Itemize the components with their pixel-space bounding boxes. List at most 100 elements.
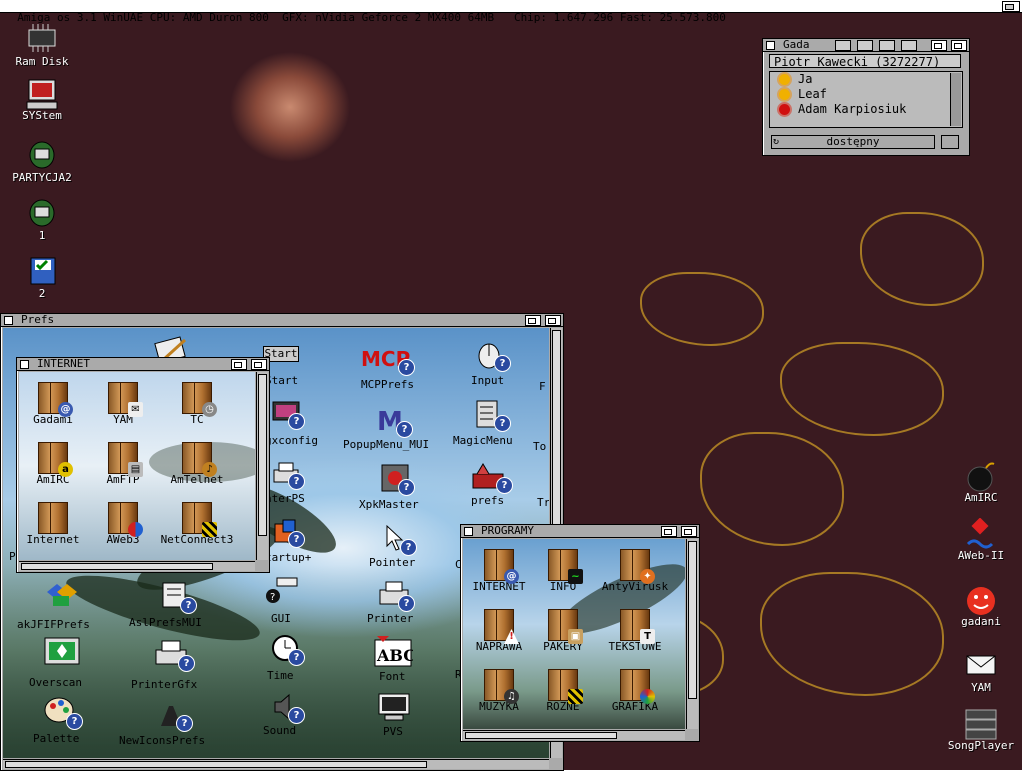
programy-title-bar[interactable]: PROGRAMY	[461, 525, 699, 538]
close-gadget[interactable]	[20, 360, 29, 369]
prefs-item-palette[interactable]: Palette	[33, 732, 79, 745]
prefs-item-gxconfig[interactable]: gxconfig	[265, 434, 318, 447]
prefs-item-akjfifprefs[interactable]: akJFIFPrefs	[17, 618, 90, 631]
prefs-item-overscan[interactable]: Overscan	[29, 676, 82, 689]
prefs-item-prefs[interactable]: prefs	[471, 494, 504, 507]
scroll-knob[interactable]	[21, 563, 213, 570]
depth-gadget[interactable]	[545, 315, 561, 326]
drawer-icon: ♫	[484, 669, 519, 704]
prefs-title-bar[interactable]: Prefs	[1, 314, 563, 327]
status-popup-button[interactable]	[941, 135, 959, 149]
drawer-tc[interactable]: ◷ TC	[157, 382, 237, 426]
depth-gadget[interactable]	[951, 40, 967, 51]
prefs-item-xpkmaster[interactable]: XpkMaster	[359, 498, 419, 511]
zoom-gadget[interactable]	[931, 40, 947, 51]
toolbar-gadget-icon[interactable]	[901, 40, 917, 51]
desktop-icon-2[interactable]: 2	[0, 256, 87, 300]
prefs-item-popupmenu-mui[interactable]: PopupMenu_MUI	[343, 438, 429, 451]
drawer-info[interactable]: ~ INFO	[523, 549, 603, 593]
programy-vertical-scrollbar[interactable]	[686, 539, 698, 729]
prefs-item-newiconsprefs[interactable]: NewIconsPrefs	[119, 734, 205, 747]
prefs-item-pointer[interactable]: Pointer	[369, 556, 415, 569]
internet-horizontal-scrollbar[interactable]	[19, 561, 255, 571]
desktop-icon-system[interactable]: SYStem	[0, 78, 87, 122]
depth-gadget[interactable]	[251, 359, 267, 370]
zoom-gadget[interactable]	[525, 315, 541, 326]
close-gadget[interactable]	[766, 41, 775, 50]
list-item[interactable]: Adam Karpiosiuk	[770, 102, 962, 117]
desktop-icon-songplayer[interactable]: SongPlayer	[936, 708, 1022, 752]
prefs-item-printer[interactable]: Printer	[367, 612, 413, 625]
drawer-grafika[interactable]: GRAFIKA	[595, 669, 675, 713]
close-gadget[interactable]	[464, 527, 473, 536]
drawer-icon: ~	[548, 549, 583, 584]
drawer-amirc[interactable]: a AmIRC	[19, 442, 93, 486]
toolbar-gadget-icon[interactable]	[835, 40, 851, 51]
desktop-icon-1[interactable]: 1	[0, 198, 87, 242]
drawer-rozne[interactable]: ROZNE	[523, 669, 603, 713]
drawer-tekstowe[interactable]: T TEKSTOWE	[595, 609, 675, 653]
scroll-knob[interactable]	[5, 761, 427, 768]
gada-title-bar[interactable]: Gada	[763, 39, 969, 52]
drawer-antyvirusk[interactable]: ✦ AntyVirusk	[595, 549, 675, 593]
palette-icon: ?	[43, 694, 83, 730]
screen-depth-gadget[interactable]	[1002, 1, 1020, 12]
icon-label: Gadami	[33, 413, 73, 426]
drawer-amtelnet[interactable]: ♪ AmTelnet	[157, 442, 237, 486]
list-item[interactable]: Ja	[770, 72, 962, 87]
prefs-item-partial[interactable]: P	[9, 550, 16, 563]
status-label: dostępny	[826, 135, 880, 148]
prefs-horizontal-scrollbar[interactable]	[3, 759, 549, 769]
contact-list[interactable]: Ja Leaf Adam Karpiosiuk	[769, 71, 963, 128]
prefs-item-time[interactable]: Time	[267, 669, 294, 682]
drawer-netconnect3[interactable]: NetConnect3	[157, 502, 237, 546]
desktop-icon-yam[interactable]: YAM	[936, 650, 1022, 694]
prefs-item-mcpprefs[interactable]: MCPPrefs	[361, 378, 414, 391]
internet-vertical-scrollbar[interactable]	[256, 372, 268, 560]
desktop-icon-amirc[interactable]: AmIRC	[936, 460, 1022, 504]
drawer-internet[interactable]: Internet	[19, 502, 93, 546]
drawer-yam[interactable]: ✉ YAM	[83, 382, 163, 426]
depth-gadget[interactable]	[681, 526, 697, 537]
list-scrollbar[interactable]	[950, 73, 961, 126]
drawer-amftp[interactable]: ▤ AmFTP	[83, 442, 163, 486]
drawer-aweb3[interactable]: AWeb3	[83, 502, 163, 546]
desktop-icon-gadani[interactable]: gadani	[936, 584, 1022, 628]
prefs-item-printerps[interactable]: nterPS	[265, 492, 305, 505]
status-selector[interactable]: dostępny	[771, 135, 935, 149]
desktop-icon-aweb-ii[interactable]: AWeb-II	[936, 517, 1022, 562]
desktop-icon-partycja2[interactable]: PARTYCJA2	[0, 140, 87, 184]
prefs-item-sound[interactable]: Sound	[263, 724, 296, 737]
drawer-pakery[interactable]: ▣ PAKERY	[523, 609, 603, 653]
contact-name: Ja	[798, 72, 813, 86]
prefs-item-printergfx[interactable]: PrinterGfx	[131, 678, 197, 691]
prefs-item-magicmenu[interactable]: MagicMenu	[453, 434, 513, 447]
scroll-knob[interactable]	[258, 374, 267, 536]
toolbar-gadget-icon[interactable]	[857, 40, 873, 51]
prefs-item-startup[interactable]: tartup+	[265, 551, 311, 564]
zoom-gadget[interactable]	[661, 526, 677, 537]
prefs-item-aslprefsmui[interactable]: AslPrefsMUI	[129, 616, 202, 629]
contact-name: Adam Karpiosiuk	[798, 102, 907, 116]
prefs-item-partial[interactable]: F	[539, 380, 546, 393]
lava-decoration	[760, 572, 944, 696]
internet-title-bar[interactable]: INTERNET	[17, 358, 269, 371]
prefs-item-pvs[interactable]: PVS	[383, 725, 403, 738]
svg-text:?: ?	[270, 592, 275, 603]
scroll-knob[interactable]	[688, 541, 697, 699]
toolbar-gadget-icon[interactable]	[879, 40, 895, 51]
close-gadget[interactable]	[4, 316, 13, 325]
zoom-gadget[interactable]	[231, 359, 247, 370]
prefs-item-input[interactable]: Input	[471, 374, 504, 387]
printer-icon: ?	[153, 638, 195, 672]
drawer-icon: a	[38, 442, 73, 477]
prefs-item-font[interactable]: Font	[379, 670, 406, 683]
drawer-icon: ◷	[182, 382, 217, 417]
list-item[interactable]: Leaf	[770, 87, 962, 102]
programy-horizontal-scrollbar[interactable]	[463, 730, 685, 740]
prefs-item-gui[interactable]: GUI	[271, 612, 291, 625]
drawer-gadami[interactable]: @ Gadami	[19, 382, 93, 426]
prefs-item-partial[interactable]: Tr	[537, 496, 549, 509]
prefs-item-partial[interactable]: To	[533, 440, 546, 453]
scroll-knob[interactable]	[465, 732, 617, 739]
